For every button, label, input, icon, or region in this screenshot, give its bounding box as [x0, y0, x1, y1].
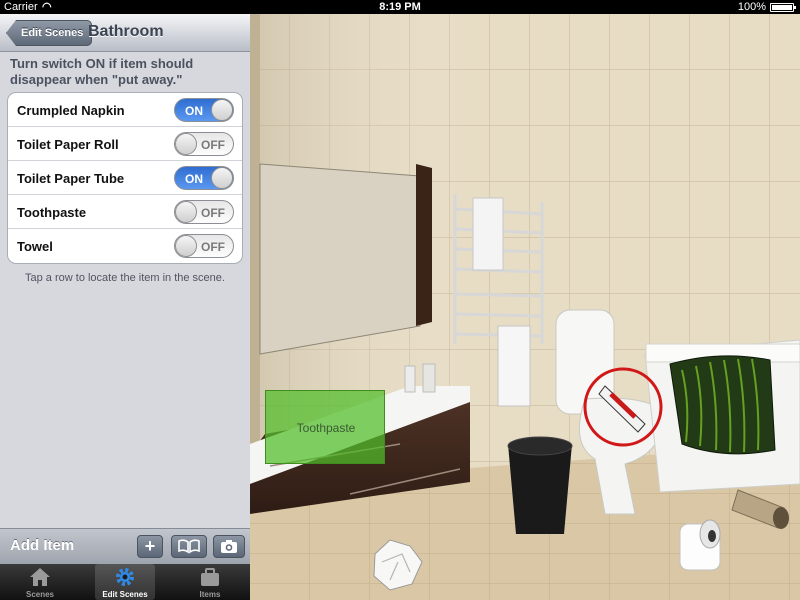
toolbar: Add Item + — [0, 528, 250, 564]
nav-bar: Edit Scenes Bathroom — [0, 14, 250, 52]
page-title: Bathroom — [88, 23, 164, 40]
switch-state: ON — [185, 172, 203, 186]
list-item[interactable]: Crumpled Napkin ON — [8, 93, 242, 127]
switch-state: ON — [185, 104, 203, 118]
switch-state: OFF — [201, 138, 225, 152]
toggle-switch[interactable]: OFF — [174, 200, 234, 224]
list-item[interactable]: Toothpaste OFF — [8, 195, 242, 229]
bathroom-scene-image — [250, 14, 800, 600]
switch-state: OFF — [201, 206, 225, 220]
tab-label: Edit Scenes — [102, 590, 148, 599]
switch-knob — [175, 201, 197, 223]
list-item[interactable]: Towel OFF — [8, 229, 242, 263]
toggle-switch[interactable]: OFF — [174, 234, 234, 258]
hint-text: Tap a row to locate the item in the scen… — [25, 272, 225, 284]
library-button[interactable] — [171, 535, 207, 558]
switch-state: OFF — [201, 240, 225, 254]
tab-edit-scenes[interactable]: Edit Scenes — [95, 564, 155, 600]
toggle-switch[interactable]: ON — [174, 166, 234, 190]
switch-knob — [211, 167, 233, 189]
status-time: 8:19 PM — [379, 1, 421, 13]
tab-bar: Scenes Edit Scenes Items — [0, 564, 250, 600]
house-icon — [30, 568, 50, 586]
switch-knob — [175, 235, 197, 257]
switch-knob — [211, 99, 233, 121]
camera-icon — [221, 540, 237, 553]
toggle-switch[interactable]: OFF — [174, 132, 234, 156]
item-label: Toothpaste — [17, 205, 87, 220]
item-highlight-box[interactable]: Toothpaste — [265, 390, 385, 464]
left-panel: Edit Scenes Bathroom Turn switch ON if i… — [0, 14, 250, 600]
status-bar: Carrier ◠ 8:19 PM 100% — [0, 0, 800, 14]
camera-button[interactable] — [213, 535, 245, 558]
battery-icon — [770, 3, 796, 12]
switch-knob — [175, 133, 197, 155]
item-label: Toilet Paper Roll — [17, 137, 119, 152]
tab-scenes[interactable]: Scenes — [10, 564, 70, 600]
battery-percent: 100% — [737, 1, 766, 13]
plus-icon: + — [144, 536, 156, 556]
add-button[interactable]: + — [137, 535, 163, 558]
book-icon — [178, 539, 200, 554]
back-button[interactable]: Edit Scenes — [6, 20, 93, 46]
item-list: Crumpled Napkin ON Toilet Paper Roll OFF… — [7, 92, 243, 264]
tab-label: Items — [199, 590, 221, 599]
tab-label: Scenes — [25, 590, 55, 599]
gear-icon — [116, 568, 134, 586]
tab-items[interactable]: Items — [180, 564, 240, 600]
list-item[interactable]: Toilet Paper Roll OFF — [8, 127, 242, 161]
instructions-text: Turn switch ON if item should disappear … — [10, 56, 194, 87]
add-item-label: Add Item — [10, 537, 75, 554]
item-label: Towel — [17, 239, 53, 254]
item-label: Toilet Paper Tube — [17, 171, 125, 186]
item-label: Crumpled Napkin — [17, 103, 125, 118]
scene-view[interactable]: Toothpaste — [250, 14, 800, 600]
list-item[interactable]: Toilet Paper Tube ON — [8, 161, 242, 195]
toggle-switch[interactable]: ON — [174, 98, 234, 122]
highlight-label: Toothpaste — [296, 421, 356, 435]
briefcase-icon — [201, 568, 219, 586]
